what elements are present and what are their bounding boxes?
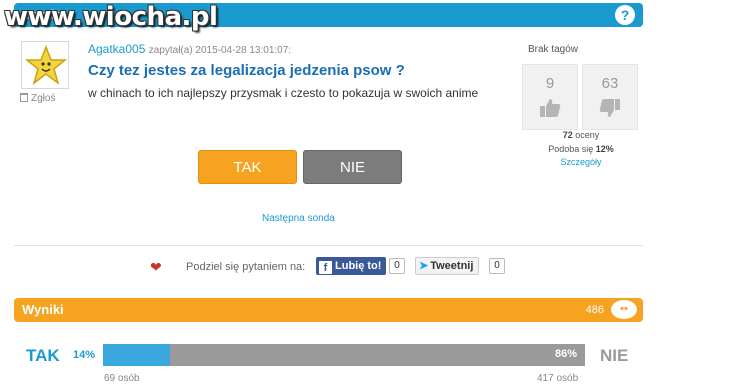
author-line: Agatka005 zapytał(a) 2015-04-28 13:01:07…	[88, 42, 291, 56]
facebook-icon: f	[319, 261, 332, 274]
details-link[interactable]: Szczegóły	[540, 157, 622, 167]
star-icon	[24, 44, 68, 85]
vote-no-button[interactable]: NIE	[303, 150, 402, 184]
vote-up-count: 9	[545, 75, 555, 92]
heart-icon: ❤	[150, 259, 162, 275]
result-yes-people: 69 osób	[104, 373, 140, 384]
poll-description: w chinach to ich najlepszy przysmak i cz…	[88, 86, 479, 100]
likes-pct: 12%	[595, 144, 614, 154]
results-title: Wyniki	[22, 302, 64, 317]
ratings-count: 72	[562, 130, 573, 140]
results-header: Wyniki 486 ••	[14, 298, 643, 322]
report-label: Zgłoś	[31, 93, 56, 104]
tags-label: Brak tagów	[528, 44, 579, 55]
site-watermark: www.wiocha.pl	[4, 2, 218, 32]
likes-stat: Podoba się 12%	[540, 144, 622, 154]
asked-label: zapytał(a) 2015-04-28 13:01:07:	[148, 45, 292, 56]
facebook-count: 0	[389, 258, 405, 274]
poll-page: www.wiocha.pl Sonda ? Zgłoś Agatka005 za…	[0, 0, 750, 392]
ratings-label: oceny	[575, 130, 600, 140]
author-link[interactable]: Agatka005	[88, 42, 145, 56]
facebook-like-button[interactable]: f Lubię to!	[316, 257, 387, 275]
twitter-count: 0	[489, 258, 505, 274]
ratings-stat: 72 oceny	[540, 130, 622, 140]
tweet-label: Tweetnij	[430, 260, 474, 272]
thumbs-up-icon	[540, 99, 561, 117]
vote-down-count: 63	[601, 75, 619, 92]
divider	[14, 245, 643, 246]
result-bar: 86%	[103, 344, 585, 366]
avatar[interactable]	[21, 41, 69, 89]
poll-question: Czy tez jestes za legalizacja jedzenia p…	[88, 62, 405, 79]
result-yes-fill	[103, 344, 171, 366]
comment-bubble-icon[interactable]: ••	[611, 300, 637, 319]
next-poll-link[interactable]: Następna sonda	[262, 213, 335, 224]
tweet-button[interactable]: ➤ Tweetnij	[415, 257, 480, 275]
share-label: Podziel się pytaniem na:	[186, 261, 306, 273]
result-yes-label: TAK	[26, 346, 60, 365]
thumbs-down-icon	[599, 99, 620, 117]
comments-count: 486	[585, 304, 604, 316]
likes-label: Podoba się	[548, 144, 594, 154]
vote-down-button[interactable]: 63	[582, 64, 638, 130]
vote-up-button[interactable]: 9	[522, 64, 578, 130]
result-yes-pct: 14%	[73, 349, 96, 361]
twitter-bird-icon: ➤	[419, 260, 429, 272]
vote-yes-button[interactable]: TAK	[198, 150, 297, 184]
facebook-like-label: Lubię to!	[335, 260, 382, 272]
report-link[interactable]: Zgłoś	[20, 93, 55, 104]
help-icon[interactable]: ?	[615, 5, 635, 25]
result-no-pct: 86%	[554, 348, 577, 360]
trash-icon	[20, 93, 28, 102]
result-no-people: 417 osób	[537, 373, 579, 384]
result-no-label: NIE	[600, 346, 629, 365]
